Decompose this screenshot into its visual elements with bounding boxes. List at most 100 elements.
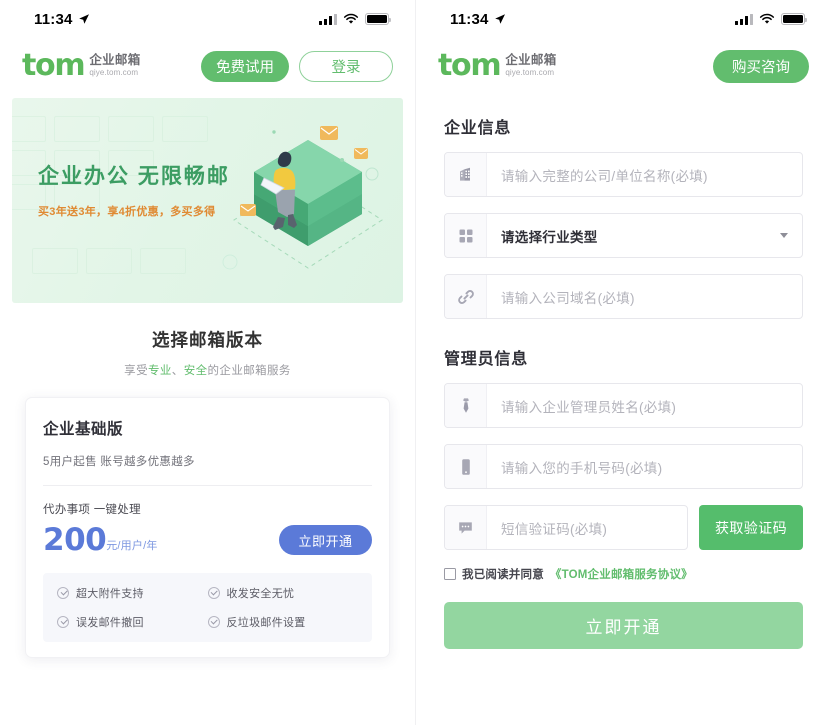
tom-logo[interactable]: tom 企业邮箱 qiye.tom.com	[438, 48, 557, 84]
admin-name-field[interactable]: 请输入企业管理员姓名(必填)	[444, 383, 803, 428]
subtitle-mid: 、	[171, 365, 184, 377]
plan-feature-item: 反垃圾邮件设置	[207, 614, 359, 630]
banner-title: 企业办公 无限畅邮	[38, 165, 230, 188]
logo-domain: qiye.tom.com	[505, 68, 555, 78]
plan-feature-label: 误发邮件撤回	[76, 616, 144, 629]
status-bar-time-left: 11:34	[34, 11, 90, 28]
company-info-heading: 企业信息	[444, 120, 512, 137]
phone-input[interactable]: 请输入您的手机号码(必填)	[487, 445, 802, 488]
free-trial-button[interactable]: 免费试用	[201, 50, 289, 82]
logo-subtext: 企业邮箱 qiye.tom.com	[505, 52, 556, 79]
banner-subtitle: 买3年送3年，享4折优惠，多买多得	[38, 206, 216, 218]
check-circle-icon	[207, 615, 220, 628]
logo-wordmark: tom	[22, 48, 86, 84]
sms-code-field[interactable]: 短信验证码(必填)	[444, 505, 688, 550]
plan-description: 5用户起售 账号越多优惠越多	[43, 456, 195, 468]
submit-activate-button[interactable]: 立即开通	[444, 602, 803, 649]
wifi-icon	[759, 13, 775, 24]
login-button[interactable]: 登录	[299, 50, 393, 82]
industry-select-field[interactable]: 请选择行业类型	[444, 213, 803, 258]
phone-field[interactable]: 请输入您的手机号码(必填)	[444, 444, 803, 489]
plan-feature-item: 收发安全无忧	[207, 585, 359, 601]
status-bar-indicators-right	[735, 13, 808, 25]
status-bar-right: 11:34	[416, 0, 831, 38]
subtitle-highlight-2: 安全	[183, 365, 208, 377]
tom-logo[interactable]: tom 企业邮箱 qiye.tom.com	[22, 48, 141, 84]
industry-select-value[interactable]: 请选择行业类型	[487, 214, 780, 257]
chevron-down-icon[interactable]	[780, 233, 788, 238]
plan-title: 企业基础版	[43, 421, 124, 438]
battery-full-icon	[365, 13, 392, 25]
plan-price-unit: 元/用户/年	[106, 539, 158, 552]
message-bubble-icon	[445, 506, 487, 549]
plan-feature-line: 代办事项 一键处理	[43, 504, 141, 516]
status-bar-left: 11:34	[0, 0, 415, 38]
admin-info-heading: 管理员信息	[444, 351, 529, 368]
plan-feature-label: 收发安全无忧	[226, 587, 295, 600]
agreement-row: 我已阅读并同意 《TOM企业邮箱服务协议》	[444, 566, 803, 582]
domain-input[interactable]: 请输入公司域名(必填)	[487, 275, 802, 318]
card-divider	[43, 485, 372, 486]
wifi-icon	[343, 13, 359, 24]
status-time-text: 11:34	[34, 10, 73, 28]
logo-subtext: 企业邮箱 qiye.tom.com	[89, 52, 140, 79]
section-heading: 选择邮箱版本 享受专业、安全的企业邮箱服务	[0, 327, 415, 378]
industry-selected-text: 请选择行业类型	[501, 229, 598, 245]
promo-banner[interactable]: 企业办公 无限畅邮 买3年送3年，享4折优惠，多买多得	[12, 98, 403, 303]
purchase-consult-button[interactable]: 购买咨询	[713, 49, 809, 83]
brand-bar-left: tom 企业邮箱 qiye.tom.com 免费试用 登录	[0, 38, 415, 94]
logo-cn-name: 企业邮箱	[89, 53, 141, 68]
brand-bar-right: tom 企业邮箱 qiye.tom.com 购买咨询	[416, 38, 831, 94]
domain-field[interactable]: 请输入公司域名(必填)	[444, 274, 803, 319]
subtitle-pre: 享受	[124, 365, 148, 377]
cellular-signal-icon	[735, 13, 753, 25]
banner-isometric-illustration	[222, 126, 383, 270]
activate-now-button[interactable]: 立即开通	[279, 525, 372, 556]
phone-placeholder: 请输入您的手机号码(必填)	[501, 460, 663, 476]
mobile-phone-icon	[445, 445, 487, 488]
battery-full-icon	[781, 13, 808, 25]
banner-text-block: 企业办公 无限畅邮 买3年送3年，享4折优惠，多买多得	[38, 160, 230, 219]
status-time-text: 11:34	[450, 10, 489, 28]
sms-code-row: 短信验证码(必填) 获取验证码	[444, 505, 803, 550]
dual-screen-container: 11:34 tom 企业邮箱 qiye.tom.com 免费试用 登录 企业办公…	[0, 0, 831, 725]
stacked-cubes	[254, 140, 362, 246]
company-name-input[interactable]: 请输入完整的公司/单位名称(必填)	[487, 153, 802, 196]
grid-icon	[445, 214, 487, 257]
company-name-field[interactable]: 请输入完整的公司/单位名称(必填)	[444, 152, 803, 197]
registration-form: 企业信息 请输入完整的公司/单位名称(必填) 请选择行业类型 请输入公司域名(必…	[416, 94, 831, 649]
check-circle-icon	[207, 586, 220, 599]
admin-name-input[interactable]: 请输入企业管理员姓名(必填)	[487, 384, 802, 427]
status-bar-indicators-left	[319, 13, 392, 25]
subtitle-post: 的企业邮箱服务	[207, 365, 291, 377]
status-bar-time-right: 11:34	[450, 11, 506, 28]
agreement-checkbox[interactable]	[444, 568, 456, 580]
admin-name-placeholder: 请输入企业管理员姓名(必填)	[501, 399, 677, 415]
logo-cn-name: 企业邮箱	[505, 53, 557, 68]
plan-feature-item: 超大附件支持	[57, 585, 208, 601]
plan-feature-list: 超大附件支持 收发安全无忧 误发邮件撤回 反垃圾邮件设置	[43, 572, 372, 642]
check-circle-icon	[57, 615, 69, 628]
check-circle-icon	[57, 586, 69, 599]
plan-feature-label: 反垃圾邮件设置	[226, 616, 306, 629]
domain-placeholder: 请输入公司域名(必填)	[501, 290, 635, 306]
subtitle-highlight-1: 专业	[147, 365, 172, 377]
right-screen: 11:34 tom 企业邮箱 qiye.tom.com 购买咨询 企业信息 请输…	[415, 0, 831, 725]
service-agreement-link[interactable]: 《TOM企业邮箱服务协议》	[550, 566, 693, 582]
plan-feature-label: 超大附件支持	[76, 587, 144, 600]
section-subtitle: 享受专业、安全的企业邮箱服务	[0, 362, 415, 378]
left-screen: 11:34 tom 企业邮箱 qiye.tom.com 免费试用 登录 企业办公…	[0, 0, 415, 725]
page-title: 选择邮箱版本	[152, 330, 263, 350]
cellular-signal-icon	[319, 13, 337, 25]
plan-price-row: 200 元/用户/年 立即开通	[43, 523, 372, 558]
link-icon	[445, 275, 487, 318]
logo-wordmark: tom	[438, 48, 502, 84]
company-name-placeholder: 请输入完整的公司/单位名称(必填)	[501, 168, 708, 184]
plan-price-amount: 200	[43, 522, 107, 558]
sms-code-input[interactable]: 短信验证码(必填)	[487, 506, 687, 549]
sms-code-placeholder: 短信验证码(必填)	[501, 521, 608, 537]
necktie-icon	[445, 384, 487, 427]
get-verification-code-button[interactable]: 获取验证码	[699, 505, 803, 550]
location-arrow-icon	[78, 14, 89, 24]
plan-card[interactable]: 企业基础版 5用户起售 账号越多优惠越多 代办事项 一键处理 200 元/用户/…	[25, 397, 390, 658]
